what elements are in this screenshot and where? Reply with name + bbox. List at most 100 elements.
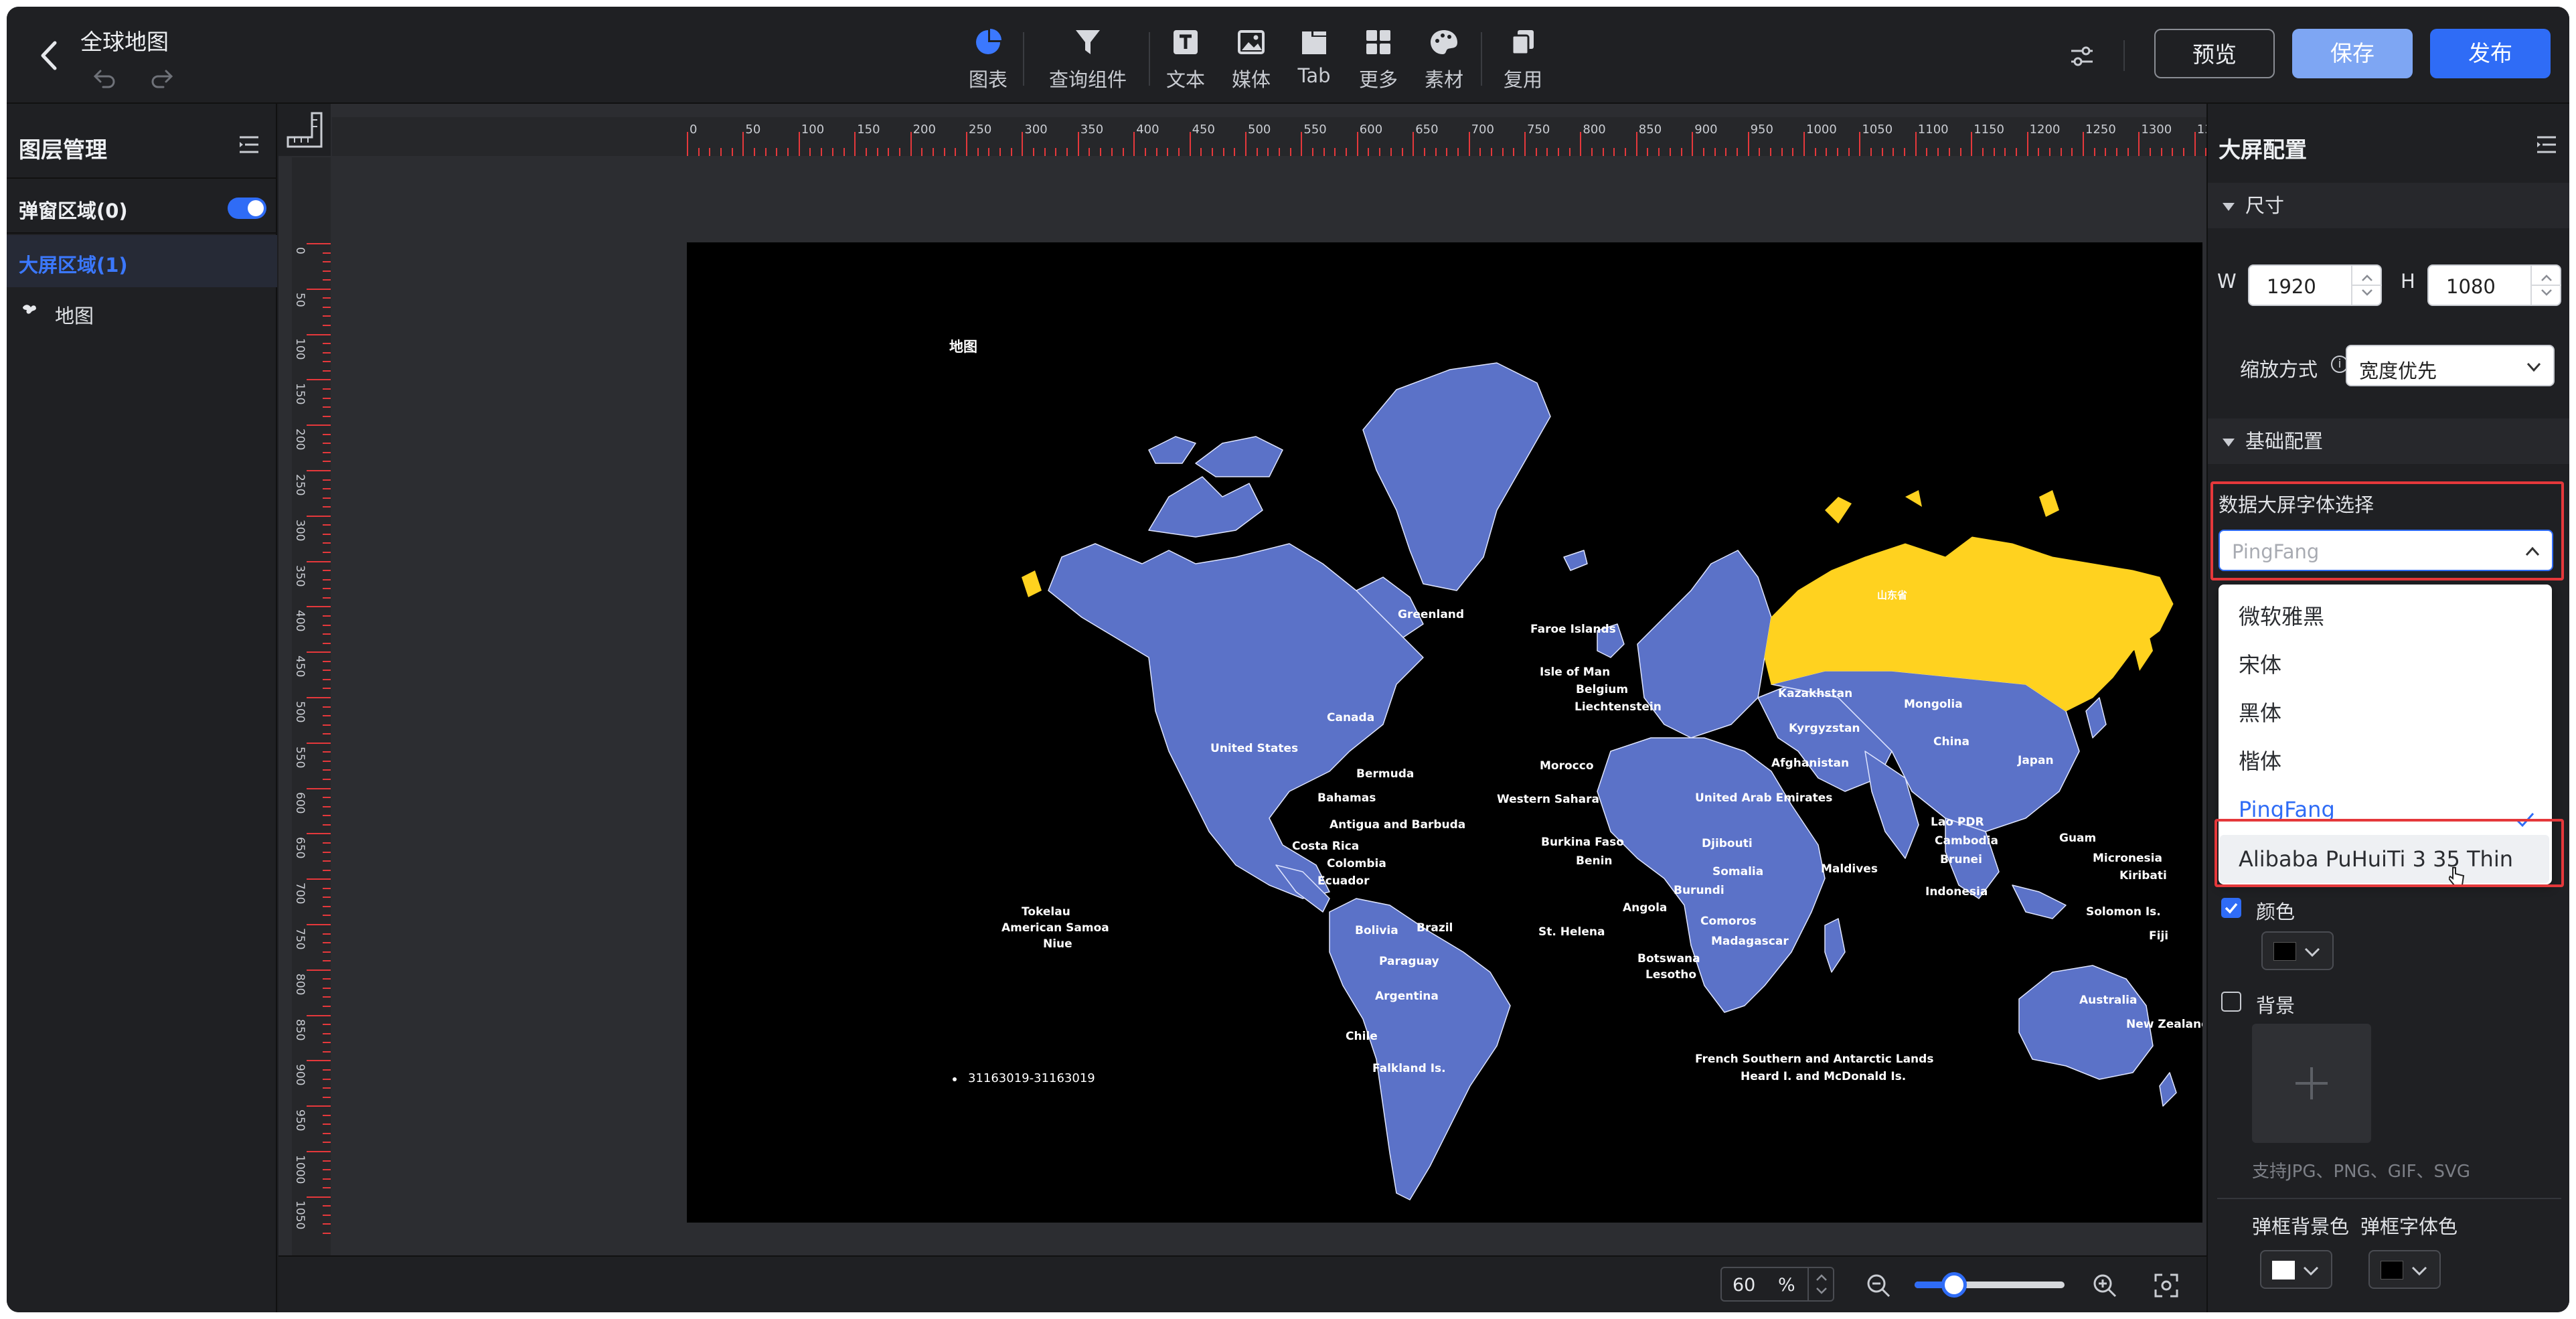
ruler-tick	[323, 960, 331, 962]
ruler-label: 400	[293, 610, 307, 632]
ruler-tick	[1111, 148, 1113, 156]
ruler-tick	[764, 148, 767, 156]
ruler-tick	[323, 1233, 331, 1235]
publish-button[interactable]: 发布	[2430, 29, 2551, 78]
map-label: Burundi	[1674, 884, 1724, 897]
preview-button[interactable]: 预览	[2154, 29, 2275, 78]
color-swatch	[2381, 1261, 2403, 1279]
toolbar-tab-button[interactable]: Tab	[1277, 21, 1351, 95]
redo-icon[interactable]	[149, 64, 175, 91]
map-label: Lao PDR	[1931, 816, 1984, 829]
ruler-label: 700	[1471, 123, 1494, 137]
font-option[interactable]: 楷体	[2220, 737, 2549, 785]
width-input[interactable]: 1920	[2248, 264, 2382, 306]
ruler-tick	[323, 1042, 331, 1044]
color-checkbox[interactable]	[2221, 898, 2241, 918]
zoom-stepper-icon[interactable]	[1807, 1268, 1833, 1300]
ruler-tick	[323, 715, 331, 717]
ruler-tick	[323, 860, 331, 862]
layer-item-map[interactable]: 地图	[7, 289, 277, 335]
height-stepper-icon[interactable]	[2530, 266, 2561, 305]
toolbar-assets-button[interactable]: 素材	[1407, 21, 1481, 95]
map-legend-label: 31163019-31163019	[968, 1071, 1095, 1085]
ruler-tick	[307, 1060, 331, 1062]
zoom-slider[interactable]	[1915, 1272, 2065, 1298]
settings-sliders-icon[interactable]	[2069, 43, 2095, 70]
map-label: Isle of Man	[1540, 666, 1611, 679]
ruler-tick	[1613, 148, 1615, 156]
zoom-in-icon[interactable]	[2091, 1272, 2118, 1299]
ruler-tick	[1647, 148, 1649, 156]
ruler-tick	[307, 697, 331, 698]
list-menu-icon[interactable]	[2536, 135, 2557, 155]
image-upload-box[interactable]	[2252, 1024, 2371, 1143]
ruler-tick	[1948, 148, 1950, 156]
ruler-tick	[742, 132, 744, 156]
toolbar-chart-button[interactable]: 图表	[951, 21, 1025, 95]
ruler-label: 400	[1136, 123, 1159, 137]
ruler-tick	[888, 148, 890, 156]
ruler-label: 1050	[293, 1200, 307, 1230]
map-canvas[interactable]: 地图 Greenland Faroe Islands Isle of Man B…	[687, 242, 2202, 1223]
font-option[interactable]: 宋体	[2220, 641, 2549, 689]
save-button[interactable]: 保存	[2292, 29, 2413, 78]
back-icon[interactable]	[35, 39, 64, 72]
toolbar-query-button[interactable]: 查询组件	[1044, 21, 1131, 95]
ruler-tick	[323, 887, 331, 889]
zoom-input[interactable]: 60 %	[1720, 1267, 1834, 1302]
font-option[interactable]: 微软雅黑	[2220, 593, 2549, 641]
toolbar-more-button[interactable]: 更多	[1342, 21, 1415, 95]
map-label: American Samoa	[1001, 921, 1109, 935]
size-section-header[interactable]: 尺寸	[2208, 183, 2569, 228]
ruler-tick	[2105, 148, 2107, 156]
ruler-tick	[1189, 132, 1191, 156]
color-picker[interactable]	[2261, 931, 2334, 970]
map-label: Antigua and Barbuda	[1330, 818, 1466, 832]
ruler-tick	[955, 148, 957, 156]
scale-mode-select[interactable]: 宽度优先	[2346, 345, 2555, 386]
toolbar-text-button[interactable]: 文本	[1149, 21, 1222, 95]
ruler-tick	[1122, 148, 1124, 156]
fit-screen-icon[interactable]	[2153, 1272, 2180, 1299]
list-menu-icon[interactable]	[238, 135, 260, 155]
layer-panel-title: 图层管理	[19, 137, 107, 163]
popup-font-color-picker[interactable]	[2368, 1250, 2441, 1289]
ruler-tick	[1100, 148, 1102, 156]
zoom-unit: %	[1778, 1275, 1795, 1296]
map-label: Kazakhstan	[1778, 687, 1853, 700]
zoom-out-icon[interactable]	[1865, 1272, 1892, 1299]
width-stepper-icon[interactable]	[2351, 266, 2382, 305]
grid-icon	[1342, 21, 1415, 60]
ruler-tick	[1346, 148, 1348, 156]
basic-section-header[interactable]: 基础配置	[2208, 418, 2569, 464]
ruler-tick	[731, 148, 733, 156]
ruler-label: 0	[293, 247, 307, 254]
undo-icon[interactable]	[91, 64, 118, 91]
popup-region-toggle[interactable]	[228, 198, 266, 219]
ruler-tick	[1513, 148, 1515, 156]
ruler-label: 950	[293, 1109, 307, 1132]
toolbar-reuse-button[interactable]: 复用	[1486, 21, 1560, 95]
height-input[interactable]: 1080	[2427, 264, 2561, 306]
background-checkbox[interactable]	[2221, 992, 2241, 1012]
ruler-tick	[1066, 148, 1068, 156]
ruler-tick	[1401, 148, 1403, 156]
zoom-slider-handle[interactable]	[1941, 1272, 1967, 1298]
ruler-tick	[1937, 148, 1939, 156]
ruler-tick	[854, 132, 856, 156]
ruler-tick	[323, 706, 331, 708]
map-label: Liechtenstein	[1575, 700, 1662, 714]
ruler-label: 450	[1192, 123, 1215, 137]
ruler-tick	[323, 497, 331, 499]
ruler-tick	[323, 443, 331, 445]
map-label: 山东省	[1877, 589, 1908, 601]
divider	[7, 177, 277, 179]
ruler-tick	[323, 370, 331, 372]
font-option[interactable]: 黑体	[2220, 689, 2549, 737]
ruler-label: 50	[293, 292, 307, 307]
ruler-tick	[1289, 148, 1291, 156]
chevron-down-icon	[2524, 357, 2544, 377]
ruler-tick	[1334, 148, 1336, 156]
screen-region-row[interactable]: 大屏区域(1)	[7, 235, 277, 287]
popup-bg-color-picker[interactable]	[2260, 1250, 2332, 1289]
